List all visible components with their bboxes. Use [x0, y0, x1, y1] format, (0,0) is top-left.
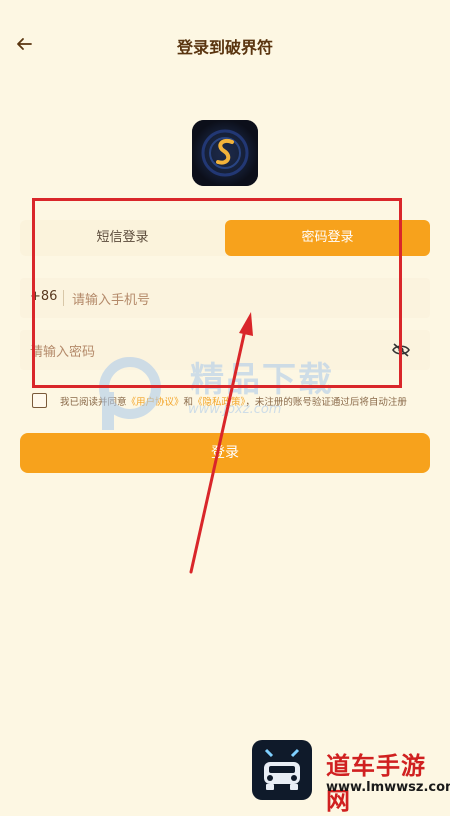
password-field[interactable]: 请输入密码: [20, 330, 430, 370]
agreement-prefix: 我已阅读并同意: [60, 397, 127, 408]
agreement-suffix: ，未注册的账号验证通过后将自动注册: [245, 397, 407, 408]
car-icon: [264, 748, 300, 790]
password-placeholder: 请输入密码: [30, 345, 96, 360]
country-code[interactable]: +86: [30, 289, 57, 304]
bottom-watermark: 道车手游网 www.lmwwsz.com: [252, 740, 450, 815]
page-title: 登录到破界符: [176, 38, 273, 57]
car-logo: [252, 740, 312, 800]
phone-placeholder: 请输入手机号: [72, 293, 151, 308]
login-mode-tabs: 短信登录 密码登录: [20, 220, 430, 256]
user-agreement-link[interactable]: 《用户协议》: [127, 397, 184, 408]
top-bar: 登录到破界符: [0, 0, 450, 90]
privacy-policy-link[interactable]: 《隐私政策》: [193, 397, 245, 408]
agreement-row: 我已阅读并同意《用户协议》和《隐私政策》，未注册的账号验证通过后将自动注册: [32, 392, 442, 410]
app-logo-icon: [192, 120, 258, 186]
agreement-text: 我已阅读并同意《用户协议》和《隐私政策》，未注册的账号验证通过后将自动注册: [60, 394, 407, 408]
eye-hidden-icon[interactable]: [392, 342, 410, 358]
tab-password-login[interactable]: 密码登录: [225, 220, 430, 256]
agreement-checkbox[interactable]: [32, 393, 47, 408]
tab-sms-login[interactable]: 短信登录: [20, 220, 225, 256]
agreement-and: 和: [183, 397, 194, 408]
login-button[interactable]: 登录: [20, 433, 430, 473]
phone-field[interactable]: +86 请输入手机号: [20, 278, 430, 318]
app-logo: [192, 120, 258, 186]
bottom-watermark-url: www.lmwwsz.com: [326, 780, 450, 795]
divider: [63, 290, 64, 306]
